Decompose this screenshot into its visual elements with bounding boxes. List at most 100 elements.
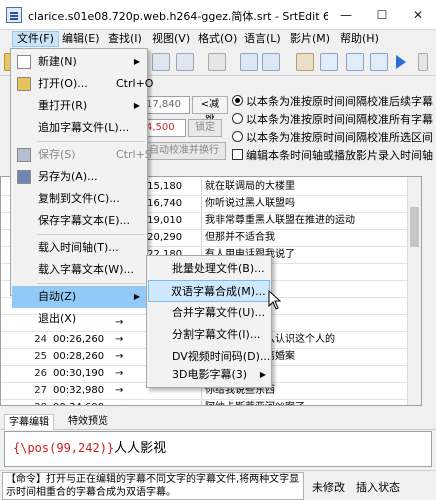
auto-wrap-button[interactable]: 自动校准并换行 [142,142,226,160]
modified-status: 未修改 [312,481,345,494]
menu-separator [37,234,145,235]
menu-format[interactable]: 格式(O) [194,31,241,47]
app-icon [6,7,22,23]
subtitle-text-editor[interactable]: {\pos(99,242)}人人影视 [4,431,432,467]
menu-item-label: 重打开(R) [38,99,88,112]
menu-item-label: 分割字幕文件(I)... [172,328,261,341]
radio-option[interactable]: 以本条为准按原时间间隔校准后续字幕 [232,94,433,110]
new-icon [17,55,31,69]
table-row[interactable]: 2800:34,690→ 阿纳卡斯蒂亚河凶案了 [1,400,407,405]
insert-status: 插入状态 [356,481,400,494]
row-subtitle-text: 但那并不适合我 [201,230,407,246]
row-number: 24 [34,334,47,345]
row-subtitle-text: 你听说过黑人联盟吗 [201,196,407,212]
maximize-button[interactable]: ☐ [364,0,400,30]
menu-view[interactable]: 视图(V) [148,31,194,47]
subtitle-text: 人人影视 [114,441,167,456]
toolbar-tool-icon[interactable] [320,53,338,71]
minus-jump-button[interactable]: <减跳 [192,96,228,126]
checkbox-icon [232,149,243,160]
menu-item-label: 批量处理文件(B)... [172,262,265,275]
file-menu-item[interactable]: 保存字幕文本(E)... [12,210,146,232]
row-arrow: → [115,368,124,379]
row-subtitle-text: 阿纳卡斯蒂亚河凶案了 [201,400,407,405]
minimize-button[interactable]: — [328,0,364,30]
menu-item-label: 保存(S) [38,148,76,161]
menu-shortcut: Ctrl+S [116,148,152,161]
radio-icon [232,113,243,124]
menu-movie[interactable]: 影片(M) [286,31,334,47]
file-menu-item[interactable]: 新建(N) ▶ [12,51,146,73]
lock-button[interactable]: 锁定 [188,119,222,137]
row-number: 26 [34,368,47,379]
menu-shortcut: Ctrl+O [116,77,154,90]
row-start-time: 00:32,980 [53,385,105,396]
tab-effect-preview[interactable]: 特效预览 [64,414,112,430]
file-menu-item[interactable]: 复制到文件(C)... [12,188,146,210]
file-menu-item[interactable]: 载入时间轴(T)... [12,237,146,259]
toolbar-tool-icon[interactable] [296,53,314,71]
radio-label: 以本条为准按原时间间隔校准所选区间 [246,131,433,144]
submenu-arrow-icon: ▶ [133,57,140,66]
toolbar-tool-icon[interactable] [176,53,194,71]
file-menu-item[interactable]: 自动(Z) ▶ [12,286,146,308]
row-number: 25 [34,351,47,362]
file-menu-item[interactable]: 打开(O)... Ctrl+O [12,73,153,95]
radio-option[interactable]: 以本条为准按原时间间隔校准所有字幕 [232,112,433,128]
menu-item-label: 合并字幕文件(U)... [172,306,266,319]
auto-menu-item[interactable]: 批量处理文件(B)... [148,258,272,280]
file-menu-item[interactable]: 载入字幕文本(W)... [12,259,146,281]
mouse-cursor-icon [268,290,282,310]
menu-find[interactable]: 查找(I) [104,31,146,47]
toolbar-tool-icon[interactable] [370,53,388,71]
close-button[interactable]: ✕ [400,0,436,30]
end-time-field[interactable]: 4,500 [142,119,186,137]
menu-separator [37,283,145,284]
start-time-field[interactable]: 17,840 [142,96,190,114]
menu-language[interactable]: 语言(L) [240,31,285,47]
menu-item-label: 双语字幕合成(M)... [171,285,266,298]
file-menu-item[interactable]: 重打开(R) ▶ [12,95,146,117]
edit-timeline-checkbox[interactable]: 编辑本条时间轴或播放影片录入时间轴 [232,148,433,164]
auto-menu-item[interactable]: 合并字幕文件(U)... [148,302,272,324]
menu-item-label: 保存字幕文本(E)... [38,214,131,227]
toolbar-tool-icon[interactable] [208,53,226,71]
save-icon [17,148,31,162]
menu-help[interactable]: 帮助(H) [336,31,383,47]
tab-subtitle-edit[interactable]: 字幕编辑 [4,414,54,430]
row-arrow: → [115,385,124,396]
auto-menu-item[interactable]: 双语字幕合成(M)... [148,280,270,302]
auto-menu-item[interactable]: 分割字幕文件(I)... [148,324,272,346]
grid-scrollbar[interactable] [407,177,421,405]
title-bar: clarice.s01e08.720p.web.h264-ggez.简体.srt… [0,0,436,30]
radio-label: 以本条为准按原时间间隔校准后续字幕 [246,95,433,108]
radio-option[interactable]: 以本条为准按原时间间隔校准所选区间 [232,130,433,146]
file-menu-item[interactable]: 保存(S) Ctrl+S [12,144,152,166]
menu-item-label: 3D电影字幕(3) [172,368,248,381]
toolbar-tool-icon[interactable] [346,53,364,71]
row-start-time: 00:28,260 [53,351,105,362]
row-arrow: → [115,400,129,405]
menu-item-label: 复制到文件(C)... [38,192,120,205]
file-menu-item[interactable]: 追加字幕文件(L)... [12,117,146,139]
file-menu-item[interactable]: 退出(X) [12,308,146,330]
file-menu-item[interactable]: 另存为(A)... [12,166,146,188]
toolbar-tool-icon[interactable] [262,53,280,71]
menu-item-label: 另存为(A)... [38,170,98,183]
scrollbar-thumb[interactable] [410,207,419,247]
file-menu-dropdown: 新建(N) ▶ 打开(O)... Ctrl+O 重打开(R) ▶ 追加字幕文件(L)... 保… [10,48,153,325]
menu-file[interactable]: 文件(F) [12,31,59,47]
toolbar-tool-icon[interactable] [240,53,258,71]
play-icon[interactable] [396,55,406,69]
row-start-time: 00:26,260 [53,334,105,345]
auto-menu-item[interactable]: 3D电影字幕(3) ▶ [148,364,272,386]
menu-bar: 文件(F) 编辑(E) 查找(I) 视图(V) 格式(O) 语言(L) 影片(M… [0,30,436,48]
checkbox-label: 编辑本条时间轴或播放影片录入时间轴 [246,149,433,162]
menu-edit[interactable]: 编辑(E) [58,31,104,47]
pos-tag: {\pos(99,242)} [13,441,115,455]
menu-item-label: 新建(N) [38,55,77,68]
row-arrow: → [115,351,124,362]
toolbar-tool-icon[interactable] [152,53,170,71]
menu-item-label: 自动(Z) [38,290,77,303]
toolbar-more-icon[interactable] [418,53,428,71]
